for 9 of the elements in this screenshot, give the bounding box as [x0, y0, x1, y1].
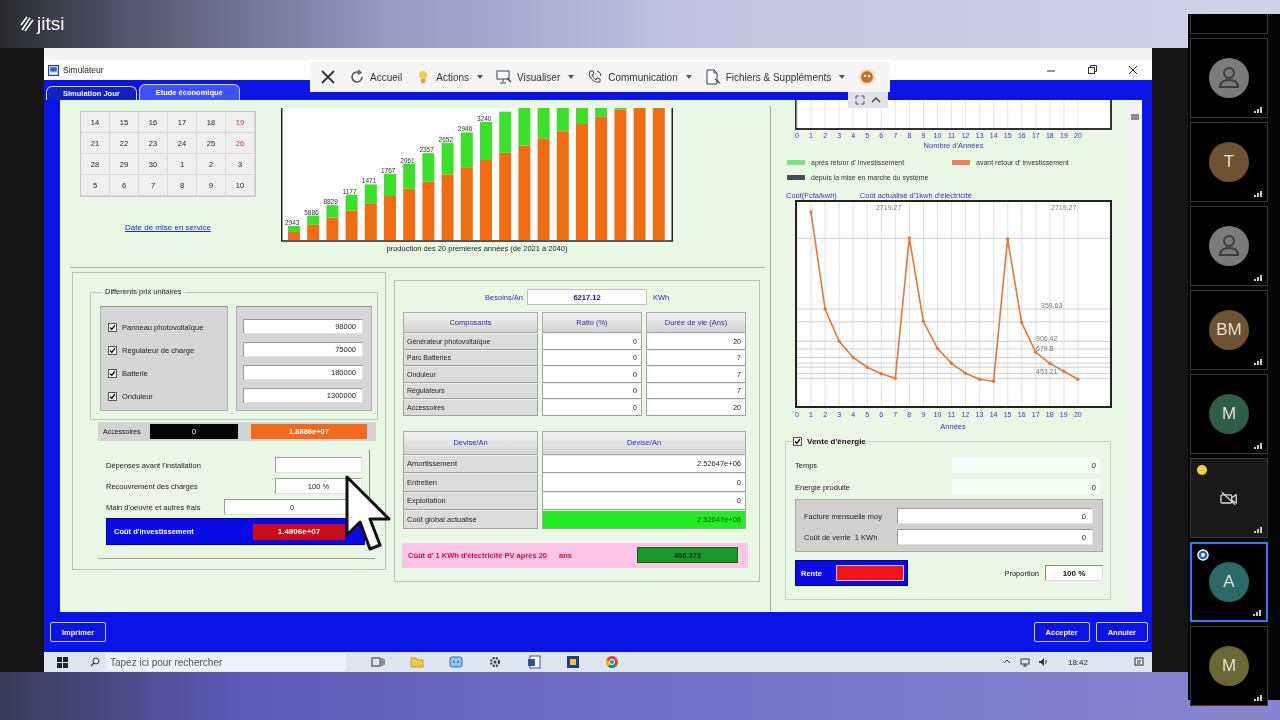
window-title: Simulateur — [63, 65, 104, 75]
avatar-initials: A — [1209, 562, 1249, 602]
avatar-initials: BM — [1209, 310, 1249, 350]
avatar-initials: T — [1209, 142, 1249, 182]
clock-time: 18:42 — [1067, 657, 1088, 667]
checkbox-label: Vente d'énergie — [807, 436, 866, 446]
avatar-initials: M — [1209, 394, 1249, 434]
logo-text: jitsi — [37, 13, 65, 35]
avatar-initials: M — [1209, 646, 1249, 686]
